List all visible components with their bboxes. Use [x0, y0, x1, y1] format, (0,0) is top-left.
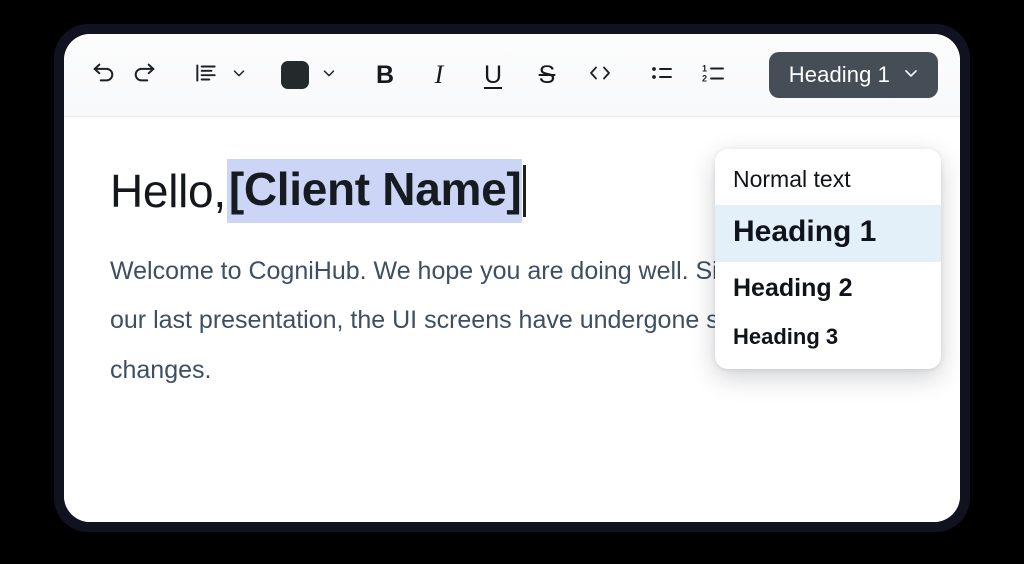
menu-item-heading-3[interactable]: Heading 3 [715, 313, 941, 359]
menu-item-heading-1[interactable]: Heading 1 [715, 205, 941, 262]
bold-button[interactable]: B [364, 55, 406, 95]
text-align-icon [193, 60, 219, 91]
device-frame: B I U S 1 2 Heading 1 Hello, [Client Nam… [54, 24, 970, 532]
svg-text:1: 1 [702, 63, 707, 73]
chevron-down-icon [320, 64, 338, 87]
svg-text:2: 2 [702, 73, 707, 83]
align-control-group [186, 55, 252, 95]
strikethrough-button[interactable]: S [526, 55, 568, 95]
heading-prefix-text: Hello, [110, 164, 226, 217]
editor-toolbar: B I U S 1 2 Heading 1 [64, 34, 960, 117]
numbered-list-button[interactable]: 1 2 [694, 55, 734, 95]
align-options-caret-button[interactable] [226, 57, 252, 93]
heading-selected-text[interactable]: [Client Name] [226, 159, 523, 223]
style-dropdown-label: Heading 1 [788, 62, 890, 87]
text-cursor [523, 164, 527, 217]
undo-icon [90, 59, 118, 92]
bulleted-list-button[interactable] [642, 55, 682, 95]
redo-icon [130, 59, 158, 92]
code-brackets-icon [585, 60, 615, 91]
code-button[interactable] [580, 55, 620, 95]
underline-button[interactable]: U [472, 55, 514, 95]
text-color-caret-button[interactable] [316, 57, 342, 93]
undo-button[interactable] [84, 55, 124, 95]
text-color-swatch-icon [281, 61, 309, 89]
style-dropdown-menu: Normal text Heading 1 Heading 2 Heading … [715, 149, 941, 369]
menu-item-heading-2[interactable]: Heading 2 [715, 262, 941, 313]
chevron-down-icon [901, 63, 921, 88]
text-color-group [274, 55, 342, 95]
document-canvas[interactable]: Hello, [Client Name] Welcome to CogniHub… [64, 117, 960, 522]
document-body-paragraph[interactable]: Welcome to CogniHub. We hope you are doi… [110, 247, 790, 396]
numbered-list-icon: 1 2 [700, 61, 728, 90]
menu-item-normal-text[interactable]: Normal text [715, 158, 941, 205]
editor-window: B I U S 1 2 Heading 1 Hello, [Client Nam… [64, 34, 960, 522]
bulleted-list-icon [649, 61, 676, 90]
chevron-down-icon [230, 64, 248, 87]
text-color-button[interactable] [274, 55, 316, 95]
text-align-button[interactable] [186, 55, 226, 95]
italic-button[interactable]: I [418, 55, 460, 95]
style-dropdown-button[interactable]: Heading 1 [768, 52, 938, 98]
redo-button[interactable] [124, 55, 164, 95]
